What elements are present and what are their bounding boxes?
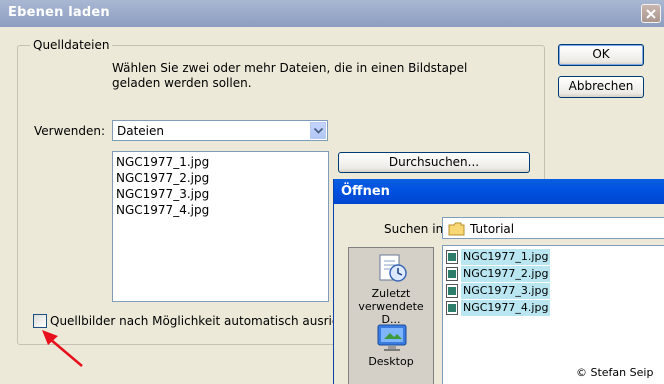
open-dialog-title: Öffnen bbox=[341, 184, 390, 199]
list-item[interactable]: NGC1977_3.jpg bbox=[116, 187, 209, 201]
file-listbox[interactable]: NGC1977_1.jpg NGC1977_2.jpg NGC1977_3.jp… bbox=[112, 151, 329, 302]
photo-credit: © Stefan Seip bbox=[576, 366, 654, 379]
image-file-icon bbox=[446, 267, 458, 281]
list-item[interactable]: NGC1977_1.jpg bbox=[116, 155, 209, 169]
open-file-list[interactable]: NGC1977_1.jpg NGC1977_2.jpg NGC1977_3.jp… bbox=[442, 245, 664, 384]
chevron-down-icon bbox=[314, 128, 323, 134]
close-button[interactable] bbox=[641, 4, 661, 23]
use-select-value: Dateien bbox=[117, 124, 165, 138]
file-name: NGC1977_4.jpg bbox=[461, 300, 551, 316]
group-label: Quelldateien bbox=[30, 38, 113, 52]
ok-button[interactable]: OK bbox=[558, 44, 644, 66]
places-bar: Zuletzt verwendete D... Desktop bbox=[348, 247, 434, 384]
window-title: Ebenen laden bbox=[8, 5, 110, 20]
dropdown-arrow[interactable] bbox=[310, 122, 326, 139]
look-in-label: Suchen in: bbox=[384, 222, 448, 236]
close-icon bbox=[646, 9, 656, 19]
look-in-select[interactable]: Tutorial bbox=[442, 217, 664, 239]
place-desktop-label: Desktop bbox=[368, 355, 414, 368]
place-recent-label-line1: Zuletzt bbox=[371, 287, 411, 300]
file-name: NGC1977_2.jpg bbox=[461, 266, 551, 282]
red-arrow-annotation bbox=[42, 330, 83, 367]
instruction-text-line2: geladen werden sollen. bbox=[112, 76, 252, 90]
auto-align-label: Quellbilder nach Möglichkeit automatisch… bbox=[50, 314, 366, 328]
browse-button[interactable]: Durchsuchen... bbox=[338, 152, 530, 173]
look-in-value: Tutorial bbox=[470, 222, 515, 236]
list-item[interactable]: NGC1977_4.jpg bbox=[116, 203, 209, 217]
cancel-button[interactable]: Abbrechen bbox=[558, 76, 644, 98]
open-dialog: Öffnen Suchen in: Tutorial Zuletzt verwe… bbox=[333, 179, 664, 384]
use-select[interactable]: Dateien bbox=[112, 120, 328, 141]
desktop-icon bbox=[377, 324, 407, 351]
image-file-icon bbox=[446, 250, 458, 264]
place-recent[interactable]: Zuletzt verwendete D... bbox=[349, 248, 433, 326]
file-name: NGC1977_3.jpg bbox=[461, 283, 551, 299]
place-desktop[interactable]: Desktop bbox=[349, 320, 433, 380]
list-item[interactable]: NGC1977_2.jpg bbox=[116, 171, 209, 185]
recent-documents-icon bbox=[379, 254, 407, 282]
instruction-text-line1: Wählen Sie zwei oder mehr Dateien, die i… bbox=[112, 61, 468, 75]
use-label: Verwenden: bbox=[34, 124, 106, 138]
file-name: NGC1977_1.jpg bbox=[461, 249, 551, 265]
folder-icon bbox=[448, 222, 465, 236]
image-file-icon bbox=[446, 284, 458, 298]
image-file-icon bbox=[446, 301, 458, 315]
